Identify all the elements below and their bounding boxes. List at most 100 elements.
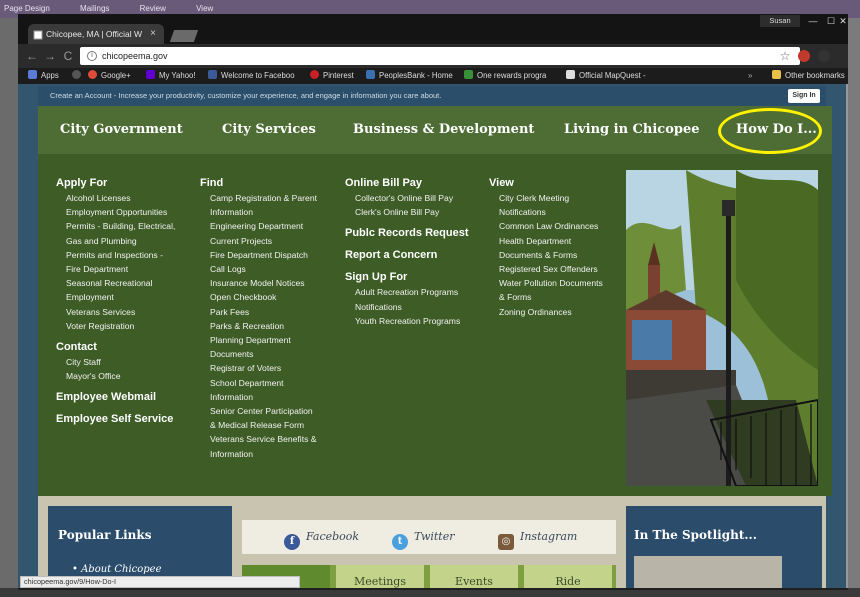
menu-link[interactable]: Notifications — [489, 205, 624, 219]
profile-name[interactable]: Susan — [760, 15, 800, 27]
menu-link[interactable]: Fire Department Dispatch — [200, 248, 345, 262]
site-info-icon[interactable]: i — [87, 51, 97, 61]
menu-link[interactable]: Fire Department — [56, 262, 201, 276]
menu-link[interactable]: Adult Recreation Programs — [345, 285, 490, 299]
menu-link[interactable]: Parks & Recreation — [200, 319, 345, 333]
menu-link[interactable]: Documents — [200, 347, 345, 361]
menu-heading-view[interactable]: View — [489, 176, 624, 191]
quick-tile-meetings[interactable]: Meetings — [336, 565, 424, 588]
spotlight-image[interactable] — [634, 556, 782, 588]
nav-business-development[interactable]: Business & Development — [353, 106, 534, 154]
menu-link[interactable]: Information — [200, 205, 345, 219]
menu-link[interactable]: Common Law Ordinances — [489, 219, 624, 233]
menu-icon[interactable] — [834, 50, 846, 62]
menu-link[interactable]: Veterans Services — [56, 305, 201, 319]
menu-link[interactable]: Senior Center Participation — [200, 404, 345, 418]
menu-link[interactable]: Employment — [56, 290, 201, 304]
bookmark-facebook[interactable]: Welcome to Faceboo — [208, 68, 295, 84]
menu-link[interactable]: & Forms — [489, 290, 624, 304]
sign-in-button[interactable]: Sign In — [788, 89, 820, 103]
bookmark-history[interactable] — [72, 68, 85, 84]
menu-heading-employee-webmail[interactable]: Employee Webmail — [56, 390, 201, 405]
menu-link[interactable]: Youth Recreation Programs — [345, 314, 490, 328]
quick-tile-ride[interactable]: Ride — [524, 565, 612, 588]
bookmark-apps[interactable]: Apps — [28, 68, 59, 84]
menu-link[interactable]: Call Logs — [200, 262, 345, 276]
menu-heading-report-concern[interactable]: Report a Concern — [345, 248, 490, 263]
account-strip-text[interactable]: Create an Account - Increase your produc… — [50, 91, 441, 100]
menu-link[interactable]: Permits and Inspections - — [56, 248, 201, 262]
menu-link[interactable]: Zoning Ordinances — [489, 305, 624, 319]
menu-link[interactable]: Gas and Plumbing — [56, 234, 201, 248]
menu-link[interactable]: Veterans Service Benefits & — [200, 432, 345, 446]
close-window-icon[interactable]: ✕ — [838, 15, 848, 27]
bookmarks-overflow-chevron-icon[interactable]: » — [748, 68, 752, 84]
menu-link[interactable]: Information — [200, 447, 345, 461]
facebook-link[interactable]: f Facebook — [284, 520, 359, 554]
other-bookmarks[interactable]: Other bookmarks — [772, 68, 845, 84]
address-bar[interactable]: chicopeema.gov — [80, 47, 800, 65]
bookmark-peoplesbank[interactable]: PeoplesBank - Home — [366, 68, 453, 84]
menu-link[interactable]: Collector's Online Bill Pay — [345, 191, 490, 205]
menu-link[interactable]: Documents & Forms — [489, 248, 624, 262]
menu-link[interactable]: Information — [200, 390, 345, 404]
menu-link[interactable]: Health Department — [489, 234, 624, 248]
twitter-link[interactable]: t Twitter — [392, 520, 455, 554]
ribbon-tab[interactable]: View — [196, 4, 213, 13]
browser-tab[interactable]: Chicopee, MA | Official W — [28, 24, 164, 44]
menu-link[interactable]: School Department — [200, 376, 345, 390]
menu-heading-contact[interactable]: Contact — [56, 340, 201, 355]
menu-link[interactable]: Open Checkbook — [200, 290, 345, 304]
ribbon-tab[interactable]: Page Design — [4, 4, 50, 13]
page-scrollbar[interactable] — [846, 84, 848, 588]
menu-link[interactable]: Park Fees — [200, 305, 345, 319]
reload-icon[interactable]: C — [60, 47, 76, 65]
extension-icon[interactable] — [798, 50, 810, 62]
minimize-icon[interactable]: — — [804, 15, 822, 27]
menu-link[interactable]: Current Projects — [200, 234, 345, 248]
menu-heading-public-records[interactable]: Publc Records Request — [345, 226, 490, 241]
bookmark-googleplus[interactable]: Google+ — [88, 68, 131, 84]
menu-link[interactable]: Seasonal Recreational — [56, 276, 201, 290]
menu-link[interactable]: Clerk's Online Bill Pay — [345, 205, 490, 219]
menu-link[interactable]: Camp Registration & Parent — [200, 191, 345, 205]
ribbon-tab[interactable]: Mailings — [80, 4, 109, 13]
menu-heading-online-bill-pay[interactable]: Online Bill Pay — [345, 176, 490, 191]
quick-tile-events[interactable]: Events — [430, 565, 518, 588]
menu-link[interactable]: & Medical Release Form — [200, 418, 345, 432]
instagram-link[interactable]: ◎ Instagram — [498, 520, 577, 554]
bookmark-mapquest[interactable]: Official MapQuest - — [566, 68, 646, 84]
menu-link[interactable]: Employment Opportunities — [56, 205, 201, 219]
bookmark-yahoo[interactable]: My Yahoo! — [146, 68, 196, 84]
menu-link[interactable]: Notifications — [345, 300, 490, 314]
menu-link[interactable]: City Staff — [56, 355, 201, 369]
nav-living-in-chicopee[interactable]: Living in Chicopee — [564, 106, 700, 154]
menu-link[interactable]: Permits - Building, Electrical, — [56, 219, 201, 233]
new-tab-button[interactable] — [169, 30, 199, 42]
nav-city-government[interactable]: City Government — [60, 106, 183, 154]
forward-arrow-icon[interactable]: → — [42, 47, 58, 65]
ribbon-tab[interactable]: Review — [140, 4, 166, 13]
bookmark-pinterest[interactable]: Pinterest — [310, 68, 354, 84]
menu-link[interactable]: Planning Department — [200, 333, 345, 347]
menu-link[interactable]: Alcohol Licenses — [56, 191, 201, 205]
menu-link[interactable]: Water Pollution Documents — [489, 276, 624, 290]
bookmark-rewards[interactable]: One rewards progra — [464, 68, 546, 84]
menu-link[interactable]: Insurance Model Notices — [200, 276, 345, 290]
nav-city-services[interactable]: City Services — [222, 106, 316, 154]
menu-link[interactable]: City Clerk Meeting — [489, 191, 624, 205]
close-tab-icon[interactable]: × — [146, 24, 160, 44]
menu-heading-sign-up-for[interactable]: Sign Up For — [345, 270, 490, 285]
menu-heading-find[interactable]: Find — [200, 176, 345, 191]
extension-icon[interactable] — [818, 50, 830, 62]
menu-heading-employee-self-service[interactable]: Employee Self Service — [56, 412, 201, 427]
menu-link[interactable]: Registered Sex Offenders — [489, 262, 624, 276]
menu-link[interactable]: Mayor's Office — [56, 369, 201, 383]
menu-heading-apply-for[interactable]: Apply For — [56, 176, 201, 191]
menu-link[interactable]: Voter Registration — [56, 319, 201, 333]
menu-link[interactable]: Engineering Department — [200, 219, 345, 233]
back-arrow-icon[interactable]: ← — [24, 47, 40, 65]
popular-link[interactable]: • About Chicopee — [72, 564, 162, 575]
menu-link[interactable]: Registrar of Voters — [200, 361, 345, 375]
bookmark-star-icon[interactable]: ☆ — [778, 47, 792, 65]
